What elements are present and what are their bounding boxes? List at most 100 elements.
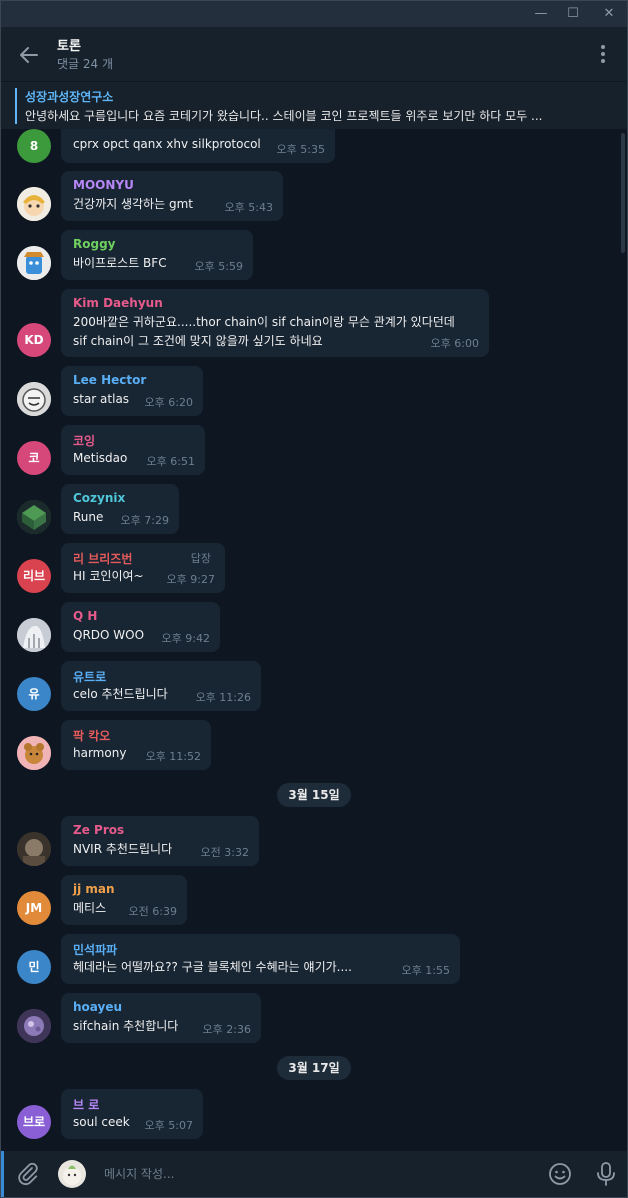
message-bubble[interactable]: Ze Pros NVIR 추천드립니다 오전 3:32 <box>61 816 259 866</box>
message-bubble[interactable]: jj man 메티스 오전 6:39 <box>61 875 187 925</box>
message-bubble[interactable]: Q H QRDO WOO 오후 9:42 <box>61 602 220 652</box>
pinned-accent-bar <box>15 88 17 124</box>
chat-scrollbar[interactable] <box>621 133 625 253</box>
message-text: sif chain이 그 조건에 맞지 않을까 싶기도 하네요 <box>73 334 323 348</box>
sender-name[interactable]: Kim Daehyun <box>73 296 163 310</box>
back-arrow-icon[interactable] <box>15 41 43 69</box>
avatar[interactable]: 브로 <box>17 1105 51 1139</box>
message-text: cprx opct qanx xhv silkprotocol <box>73 137 261 151</box>
pinned-message[interactable]: 성장과성장연구소 안녕하세요 구름입니다 요즘 코테기가 왔습니다.. 스테이블… <box>1 81 627 129</box>
avatar[interactable]: 민 <box>17 950 51 984</box>
message-text: HI 코인이여~ <box>73 569 144 583</box>
reply-label[interactable]: 답장 <box>191 550 211 566</box>
message-time: 오후 6:51 <box>146 455 195 468</box>
date-separator: 3월 15일 <box>277 783 351 807</box>
title-bar: — ☐ ✕ <box>1 1 627 27</box>
message-time: 오후 5:35 <box>276 143 325 156</box>
message-bubble[interactable]: Roggy 바이프로스트 BFC 오후 5:59 <box>61 230 253 280</box>
message-text: 메티스 <box>73 901 107 915</box>
message-bubble[interactable]: cprx opct qanx xhv silkprotocol 오후 5:35 <box>61 129 335 163</box>
message-time: 오후 5:43 <box>224 201 273 214</box>
sender-name[interactable]: hoayeu <box>73 1000 122 1014</box>
avatar[interactable] <box>17 382 51 416</box>
message-text: soul ceek <box>73 1115 130 1129</box>
date-separator: 3월 17일 <box>277 1056 351 1080</box>
avatar[interactable]: JM <box>17 891 51 925</box>
message-input[interactable]: 메시지 작성... <box>104 1165 174 1182</box>
message-text: harmony <box>73 746 127 760</box>
avatar[interactable]: 8 <box>17 129 51 163</box>
message-bubble[interactable]: Lee Hector star atlas 오후 6:20 <box>61 366 203 416</box>
message-bubble[interactable]: MOONYU 건강까지 생각하는 gmt 오후 5:43 <box>61 171 283 221</box>
message-text: Metisdao <box>73 451 128 465</box>
sticker-avatar-icon[interactable] <box>58 1160 86 1188</box>
message-bubble[interactable]: 민석파파헤데라는 어떨까요?? 구글 블록체인 수혜라는 얘기가.... 오후 1… <box>61 934 460 984</box>
message-bubble[interactable]: Kim Daehyun 200바깥은 귀하군요.....thor chain이 s… <box>61 289 489 357</box>
message-text: NVIR 추천드립니다 <box>73 842 173 856</box>
sender-name[interactable]: Q H <box>73 609 97 623</box>
message-bubble[interactable]: Cozynix Rune 오후 7:29 <box>61 484 179 534</box>
message-text: star atlas <box>73 392 130 406</box>
avatar[interactable] <box>17 187 51 221</box>
microphone-icon[interactable] <box>594 1161 618 1187</box>
message-time: 오후 11:52 <box>145 750 201 763</box>
sender-name[interactable]: 브 로 <box>73 1096 99 1113</box>
sender-name[interactable]: Roggy <box>73 237 116 251</box>
message-bubble[interactable]: 팍 칵오 harmony 오후 11:52 <box>61 720 211 770</box>
message-bubble[interactable]: 리 브리즈번 답장 HI 코인이여~ 오후 9:27 <box>61 543 225 593</box>
message-bubble[interactable]: hoayeu sifchain 추천합니다 오후 2:36 <box>61 993 261 1043</box>
avatar[interactable] <box>17 618 51 652</box>
sender-name[interactable]: jj man <box>73 882 115 896</box>
maximize-button[interactable]: ☐ <box>559 4 587 24</box>
avatar[interactable] <box>17 246 51 280</box>
message-bubble[interactable]: 브 로 soul ceek 오후 5:07 <box>61 1089 203 1139</box>
sender-name[interactable]: 코잉 <box>73 432 95 449</box>
sender-name[interactable]: Lee Hector <box>73 373 146 387</box>
message-time: 오후 9:42 <box>161 632 210 645</box>
message-bubble[interactable]: 코잉 Metisdao 오후 6:51 <box>61 425 205 475</box>
sender-name[interactable]: Ze Pros <box>73 823 124 837</box>
avatar[interactable]: 유 <box>17 677 51 711</box>
minimize-button[interactable]: — <box>527 4 555 24</box>
message-text: QRDO WOO <box>73 628 145 642</box>
pinned-title: 성장과성장연구소 <box>25 90 114 104</box>
message-text: 200바깥은 귀하군요.....thor chain이 sif chain이랑 … <box>73 315 455 329</box>
avatar[interactable]: KD <box>17 323 51 357</box>
comment-count: 댓글 24 개 <box>57 57 114 71</box>
avatar[interactable] <box>17 736 51 770</box>
message-list[interactable]: 8 cprx opct qanx xhv silkprotocol 오후 5:35 M… <box>1 129 627 1151</box>
sender-name[interactable]: MOONYU <box>73 178 134 192</box>
sender-name[interactable]: 유트로 <box>73 668 106 685</box>
sender-name[interactable]: 팍 칵오 <box>73 727 110 744</box>
message-time: 오후 1:55 <box>401 964 450 977</box>
sender-name[interactable]: Cozynix <box>73 491 125 505</box>
paperclip-icon[interactable] <box>16 1162 40 1186</box>
chat-title: 토론 <box>57 39 81 54</box>
avatar[interactable]: 코 <box>17 441 51 475</box>
avatar[interactable] <box>17 1009 51 1043</box>
more-vertical-icon[interactable] <box>593 43 613 65</box>
message-text: celo 추천드립니다 <box>73 687 168 701</box>
message-time: 오후 2:36 <box>202 1023 251 1036</box>
pinned-text: 안녕하세요 구름입니다 요즘 코테기가 왔습니다.. 스테이블 코인 프로젝트들… <box>25 109 543 123</box>
avatar[interactable] <box>17 500 51 534</box>
sender-name[interactable]: 리 브리즈번 <box>73 550 132 567</box>
message-time: 오전 3:32 <box>200 846 249 859</box>
avatar[interactable]: 리브 <box>17 559 51 593</box>
message-bubble[interactable]: 유트로 celo 추천드립니다 오후 11:26 <box>61 661 261 711</box>
message-time: 오후 11:26 <box>195 691 251 704</box>
message-time: 오후 5:59 <box>194 260 243 273</box>
message-time: 오전 6:39 <box>128 905 177 918</box>
message-text: 건강까지 생각하는 gmt <box>73 197 193 211</box>
close-button[interactable]: ✕ <box>595 4 623 24</box>
avatar[interactable] <box>17 832 51 866</box>
sender-name[interactable]: 민석파파 <box>73 941 117 958</box>
message-time: 오후 6:20 <box>144 396 193 409</box>
smile-icon[interactable] <box>548 1162 572 1186</box>
chat-header: 토론 댓글 24 개 <box>1 27 627 81</box>
message-time: 오후 7:29 <box>120 514 169 527</box>
message-time: 오후 5:07 <box>144 1119 193 1132</box>
message-text: sifchain 추천합니다 <box>73 1019 179 1033</box>
message-time: 오후 9:27 <box>166 573 215 586</box>
message-text: 헤데라는 어떨까요?? 구글 블록체인 수혜라는 얘기가.... <box>73 960 352 974</box>
